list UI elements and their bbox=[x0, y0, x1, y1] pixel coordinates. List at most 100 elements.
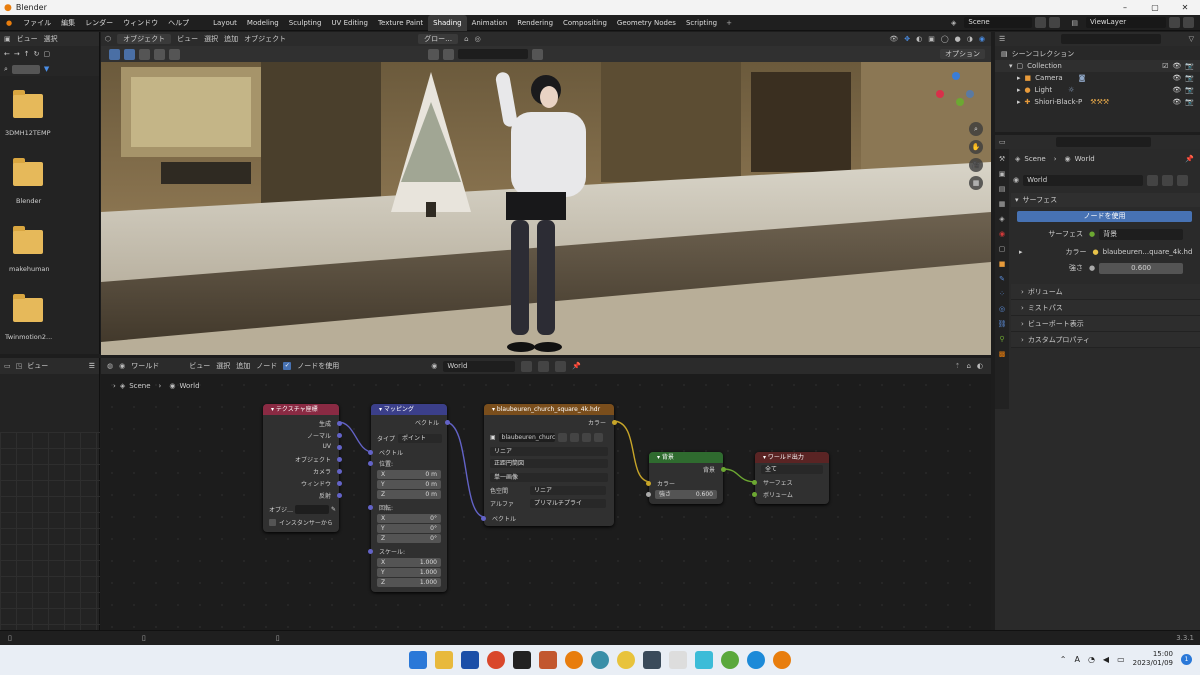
close-button[interactable]: ✕ bbox=[1170, 3, 1200, 12]
panel-custom-props[interactable]: › カスタムプロパティ bbox=[1011, 332, 1200, 348]
menu-help[interactable]: ヘルプ bbox=[163, 18, 194, 28]
color-value[interactable]: blaubeuren...quare_4k.hd bbox=[1103, 248, 1193, 256]
modifier-icons[interactable]: ⚒⚒⚒ bbox=[1090, 98, 1109, 106]
shading-material-icon[interactable]: ◑ bbox=[967, 35, 973, 43]
ne-menu-select[interactable]: 選択 bbox=[216, 361, 230, 371]
socket-normal[interactable] bbox=[337, 433, 342, 438]
pan-hand-icon[interactable]: ✋ bbox=[969, 140, 983, 154]
transform-orientation-dropdown[interactable]: グロー… bbox=[418, 34, 459, 44]
alpha-dropdown[interactable]: プリマルチプライ bbox=[530, 499, 606, 508]
node-editor-canvas[interactable]: › ◈ Scene › ◉ World ▾ テクスチャ座標 生成 ノーマル UV… bbox=[101, 374, 991, 630]
eye-icon[interactable]: 👁 bbox=[1172, 62, 1181, 70]
strength-field[interactable]: 強さ 0.600 bbox=[655, 490, 717, 499]
ime-indicator[interactable]: A bbox=[1074, 655, 1079, 664]
output-tab-icon[interactable]: ▤ bbox=[999, 185, 1006, 193]
socket-background-out[interactable] bbox=[721, 467, 726, 472]
zoom-icon[interactable]: ⌕ bbox=[969, 122, 983, 136]
gizmo-x2-axis-icon[interactable] bbox=[966, 90, 974, 98]
blender-menu-icon[interactable]: ● bbox=[0, 19, 18, 27]
app-icon[interactable] bbox=[669, 651, 687, 669]
socket-window[interactable] bbox=[337, 481, 342, 486]
scene-name-field[interactable]: Scene bbox=[964, 17, 1033, 28]
use-nodes-checkbox-icon[interactable]: ✓ bbox=[283, 362, 292, 370]
tab-texture-paint[interactable]: Texture Paint bbox=[373, 15, 428, 31]
tab-animation[interactable]: Animation bbox=[467, 15, 513, 31]
target-dropdown[interactable]: 全て bbox=[761, 465, 823, 474]
scene-tab-icon[interactable]: ◈ bbox=[999, 215, 1004, 223]
camera-data-icon[interactable]: ◙ bbox=[1079, 74, 1086, 82]
new-world-icon[interactable] bbox=[1162, 174, 1174, 186]
options-dropdown[interactable]: オプション bbox=[940, 49, 985, 59]
strength-field[interactable]: 0.600 bbox=[1099, 262, 1184, 274]
add-workspace-icon[interactable]: + bbox=[722, 19, 736, 27]
surface-value[interactable]: 背景 bbox=[1099, 228, 1184, 240]
vp-menu-view[interactable]: ビュー bbox=[177, 34, 198, 44]
image-browse-icon[interactable]: ▣ bbox=[490, 434, 496, 441]
node-header[interactable]: ▾ ワールド出力 bbox=[755, 452, 829, 463]
ne-menu-node[interactable]: ノード bbox=[256, 361, 277, 371]
tab-compositing[interactable]: Compositing bbox=[558, 15, 612, 31]
edge-icon[interactable] bbox=[747, 651, 765, 669]
editor-type-icon[interactable]: ▭ bbox=[4, 362, 11, 370]
pin-icon[interactable]: 📌 bbox=[1185, 155, 1194, 163]
left-view-menu[interactable]: ビュー bbox=[27, 361, 48, 371]
minimize-button[interactable]: – bbox=[1110, 3, 1140, 12]
fake-user-icon[interactable] bbox=[1147, 174, 1159, 186]
nav-gizmo[interactable] bbox=[936, 72, 976, 112]
outliner-item-camera[interactable]: Camera bbox=[1035, 74, 1062, 82]
windows-start-icon[interactable] bbox=[409, 651, 427, 669]
socket-vector-in[interactable] bbox=[368, 450, 373, 455]
socket-camera[interactable] bbox=[337, 469, 342, 474]
unlink-world-icon[interactable] bbox=[1177, 174, 1189, 186]
chevron-up-icon[interactable]: ⌃ bbox=[1060, 655, 1067, 664]
tab-geometry-nodes[interactable]: Geometry Nodes bbox=[612, 15, 681, 31]
fb-view-menu[interactable]: ビュー bbox=[17, 34, 38, 44]
folder-item[interactable]: 3DMH12TEMP bbox=[5, 90, 99, 156]
shading-wireframe-icon[interactable]: ◯ bbox=[941, 35, 949, 43]
use-nodes-label[interactable]: ノードを使用 bbox=[297, 361, 339, 371]
xray-icon[interactable]: ▣ bbox=[928, 35, 935, 43]
ne-menu-view[interactable]: ビュー bbox=[189, 361, 210, 371]
maximize-button[interactable]: ▢ bbox=[1140, 3, 1170, 12]
file-explorer-icon[interactable] bbox=[435, 651, 453, 669]
world-name-field[interactable]: World bbox=[1023, 174, 1144, 186]
unlink-world-icon[interactable] bbox=[555, 360, 567, 372]
gizmo-x-axis-icon[interactable] bbox=[936, 90, 944, 98]
camera-render-icon[interactable]: 📷 bbox=[1185, 62, 1194, 70]
node-header[interactable]: ▾ テクスチャ座標 bbox=[263, 404, 339, 415]
notification-badge[interactable]: 1 bbox=[1181, 653, 1192, 665]
rot-x-field[interactable]: X 0° bbox=[377, 514, 441, 523]
blender-icon[interactable] bbox=[773, 651, 791, 669]
node-texture-coordinate[interactable]: ▾ テクスチャ座標 生成 ノーマル UV オブジェクト カメラ ウィンドウ 反射… bbox=[263, 404, 342, 532]
mode-dropdown[interactable]: オブジェクト bbox=[117, 34, 172, 44]
socket-color-out[interactable] bbox=[612, 420, 617, 425]
tab-modeling[interactable]: Modeling bbox=[242, 15, 284, 31]
app-icon[interactable] bbox=[695, 651, 713, 669]
eye-icon[interactable]: 👁 bbox=[1172, 98, 1181, 106]
remove-scene-icon[interactable] bbox=[1049, 17, 1061, 28]
chevron-down-icon[interactable]: ▾ bbox=[1015, 196, 1019, 204]
loc-x-field[interactable]: X0 m bbox=[377, 470, 441, 479]
remove-viewlayer-icon[interactable] bbox=[1183, 17, 1194, 28]
menu-file[interactable]: ファイル bbox=[18, 18, 56, 28]
panel-volume[interactable]: › ボリューム bbox=[1011, 284, 1200, 300]
scene-selector-icon[interactable]: ◈ bbox=[946, 19, 961, 27]
tab-sculpting[interactable]: Sculpting bbox=[284, 15, 327, 31]
filter-icon[interactable] bbox=[532, 48, 543, 60]
app-icon[interactable] bbox=[617, 651, 635, 669]
back-arrow-icon[interactable]: ← bbox=[4, 50, 10, 58]
expand-arrow-icon[interactable]: ▸ bbox=[1017, 86, 1021, 94]
checkbox-icon[interactable] bbox=[269, 519, 276, 526]
properties-editor-icon[interactable]: ▭ bbox=[999, 138, 1006, 146]
vp-menu-select[interactable]: 選択 bbox=[204, 34, 218, 44]
world-shader-type-icon[interactable]: ◉ bbox=[119, 362, 125, 370]
ne-menu-add[interactable]: 追加 bbox=[236, 361, 250, 371]
proportional-icon[interactable]: ◎ bbox=[475, 35, 481, 43]
open-file-icon[interactable] bbox=[581, 433, 591, 442]
expand-arrow-icon[interactable]: ▾ bbox=[1009, 62, 1013, 70]
viewport-editor-icon[interactable]: ⬡ bbox=[105, 35, 111, 43]
outliner-item-light[interactable]: Light bbox=[1035, 86, 1052, 94]
socket-vector-out[interactable] bbox=[445, 420, 450, 425]
new-folder-icon[interactable]: ▢ bbox=[44, 50, 51, 58]
tab-shading[interactable]: Shading bbox=[428, 14, 467, 31]
